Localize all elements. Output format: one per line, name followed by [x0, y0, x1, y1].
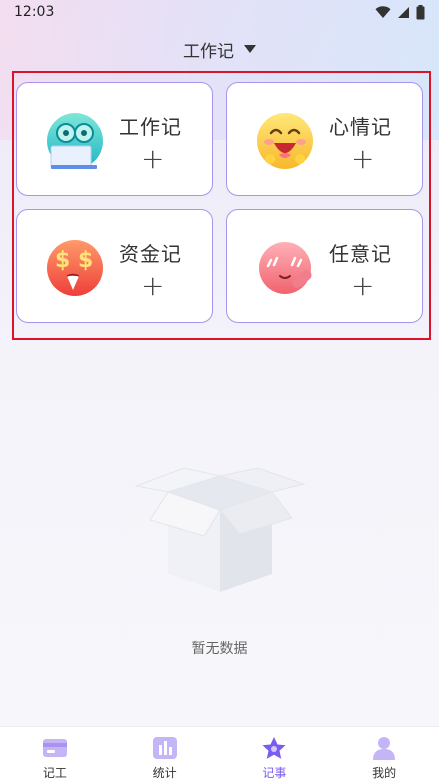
- add-icon[interactable]: +: [141, 272, 164, 300]
- card-mood-record[interactable]: 心情记 +: [226, 82, 423, 196]
- tab-stats[interactable]: 统计: [110, 727, 220, 782]
- blush-face-icon: [259, 242, 312, 294]
- add-icon[interactable]: +: [351, 145, 374, 173]
- card-label: 资金记: [119, 242, 182, 266]
- tab-profile[interactable]: 我的: [329, 727, 439, 782]
- card-label: 心情记: [329, 115, 392, 139]
- money-face-icon: $ $: [47, 240, 103, 296]
- tab-label: 我的: [372, 766, 397, 780]
- svg-text:$: $: [78, 248, 93, 273]
- chart-icon: [152, 737, 177, 759]
- tab-notes[interactable]: 记事: [220, 727, 330, 782]
- person-icon: [373, 737, 396, 760]
- card-label: 任意记: [329, 242, 392, 266]
- tab-label: 记事: [262, 766, 287, 780]
- bottom-tab-bar: 记工 统计 记事 我的: [0, 726, 439, 782]
- owl-laptop-icon: [47, 113, 103, 169]
- happy-face-icon: [257, 113, 313, 169]
- status-bar: 12:03: [0, 0, 439, 24]
- card-label: 工作记: [119, 115, 182, 139]
- wifi-icon: [375, 5, 391, 18]
- page-title: 工作记: [183, 41, 234, 62]
- signal-icon: [398, 6, 409, 18]
- add-icon[interactable]: +: [351, 272, 374, 300]
- dropdown-caret-icon: [244, 45, 256, 53]
- card-funds-record[interactable]: $ $ 资金记 +: [16, 209, 213, 323]
- card-any-record[interactable]: 任意记 +: [226, 209, 423, 323]
- card-icon: [42, 739, 67, 757]
- empty-box-icon: [134, 467, 306, 592]
- status-icons: [375, 4, 425, 20]
- empty-state-text: 暂无数据: [191, 641, 248, 657]
- star-icon: [262, 737, 286, 759]
- svg-text:$: $: [55, 248, 70, 273]
- card-work-record[interactable]: 工作记 +: [16, 82, 213, 196]
- title-selector[interactable]: 工作记: [0, 36, 439, 62]
- add-icon[interactable]: +: [141, 145, 164, 173]
- battery-icon: [416, 4, 425, 19]
- tab-work[interactable]: 记工: [0, 727, 110, 782]
- status-time: 12:03: [14, 4, 55, 20]
- tab-label: 记工: [42, 766, 67, 780]
- tab-label: 统计: [152, 766, 177, 780]
